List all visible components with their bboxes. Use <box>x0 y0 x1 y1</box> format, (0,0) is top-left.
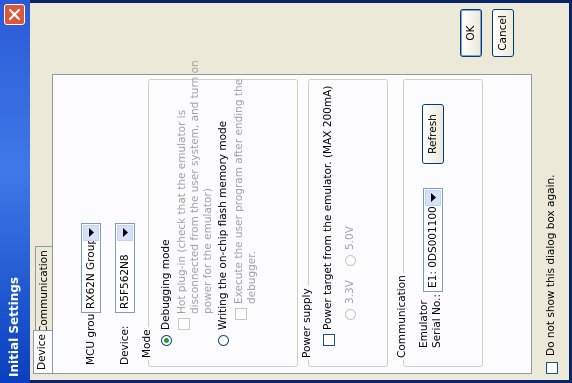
device-label: Device: <box>119 325 131 365</box>
device-select[interactable]: R5F562N8 <box>115 223 135 313</box>
emulator-serial-value: E1: 0DS001100 <box>427 206 439 288</box>
execute-user-program-checkbox[interactable] <box>235 308 247 320</box>
voltage-3v3-label: 3.3V <box>344 280 356 304</box>
ok-button[interactable]: OK <box>460 9 482 57</box>
mcu-group-select[interactable]: RX62N Group <box>81 223 101 313</box>
refresh-button[interactable]: Refresh <box>422 104 444 164</box>
mcu-group-value: RX62N Group <box>85 237 97 309</box>
voltage-5v0-radio[interactable] <box>345 255 356 266</box>
close-button[interactable] <box>4 4 25 25</box>
tab-communication[interactable]: Communication <box>35 246 52 337</box>
hot-plugin-label-line2: disconnected from the user system, and t… <box>189 60 201 314</box>
power-target-label: Power target from the emulator. (MAX 200… <box>322 85 334 330</box>
emulator-serial-select[interactable]: E1: 0DS001100 <box>423 188 443 292</box>
debugging-mode-label: Debugging mode <box>160 239 172 330</box>
tab-device[interactable]: Device <box>33 330 52 374</box>
mode-group-title: Mode <box>141 327 153 360</box>
rotated-dialog: Initial Settings Device Communication MC… <box>0 0 572 383</box>
initial-settings-window: Initial Settings Device Communication MC… <box>0 0 572 383</box>
device-value: R5F562N8 <box>119 254 131 309</box>
title-bar[interactable]: Initial Settings <box>0 0 30 383</box>
screen: Initial Settings Device Communication MC… <box>0 0 572 383</box>
writing-flash-mode-radio[interactable] <box>218 335 229 346</box>
power-target-checkbox[interactable] <box>323 334 335 346</box>
execute-label-line1: Execute the user program after ending th… <box>233 78 245 304</box>
radio-selected-dot <box>164 338 169 343</box>
chevron-down-icon <box>431 193 436 202</box>
window-title: Initial Settings <box>7 276 21 377</box>
do-not-show-label: Do not show this dialog box again. <box>545 174 557 356</box>
hot-plugin-checkbox[interactable] <box>178 318 190 330</box>
chevron-down-icon <box>89 228 94 237</box>
hot-plugin-label-line3: power for the emulator) <box>202 188 214 314</box>
mcu-group-dropdown-button[interactable] <box>83 225 99 241</box>
emulator-serial-label-line2: Serial No.: <box>431 293 443 348</box>
mode-group: Mode Debugging mode Hot plug-in (check t… <box>141 60 298 367</box>
communication-group-title: Communication <box>396 273 408 360</box>
power-supply-group-title: Power supply <box>301 286 313 360</box>
communication-group: Communication Emulator Serial No.: E1: 0… <box>396 79 483 367</box>
do-not-show-checkbox[interactable] <box>546 362 558 374</box>
voltage-3v3-radio[interactable] <box>345 309 356 320</box>
power-supply-group: Power supply Power target from the emula… <box>301 79 388 367</box>
execute-label-line2: debugger. <box>246 251 258 304</box>
writing-flash-mode-label: Writing the on-chip flash memory mode <box>217 120 229 330</box>
chevron-down-icon <box>123 228 128 237</box>
dialog-client-area: Device Communication MCU group: RX62N Gr… <box>30 3 569 380</box>
hot-plugin-label-line1: Hot plug-in (check that the emulator is <box>176 109 188 314</box>
device-tab-panel: MCU group: RX62N Group Device: R5F562N8 … <box>52 60 532 374</box>
emulator-serial-dropdown-button[interactable] <box>425 190 441 206</box>
device-dropdown-button[interactable] <box>117 225 133 241</box>
close-icon <box>8 8 21 21</box>
voltage-5v0-label: 5.0V <box>344 226 356 250</box>
cancel-button[interactable]: Cancel <box>492 9 514 57</box>
debugging-mode-radio[interactable] <box>161 335 172 346</box>
emulator-serial-label-line1: Emulator <box>418 300 430 348</box>
